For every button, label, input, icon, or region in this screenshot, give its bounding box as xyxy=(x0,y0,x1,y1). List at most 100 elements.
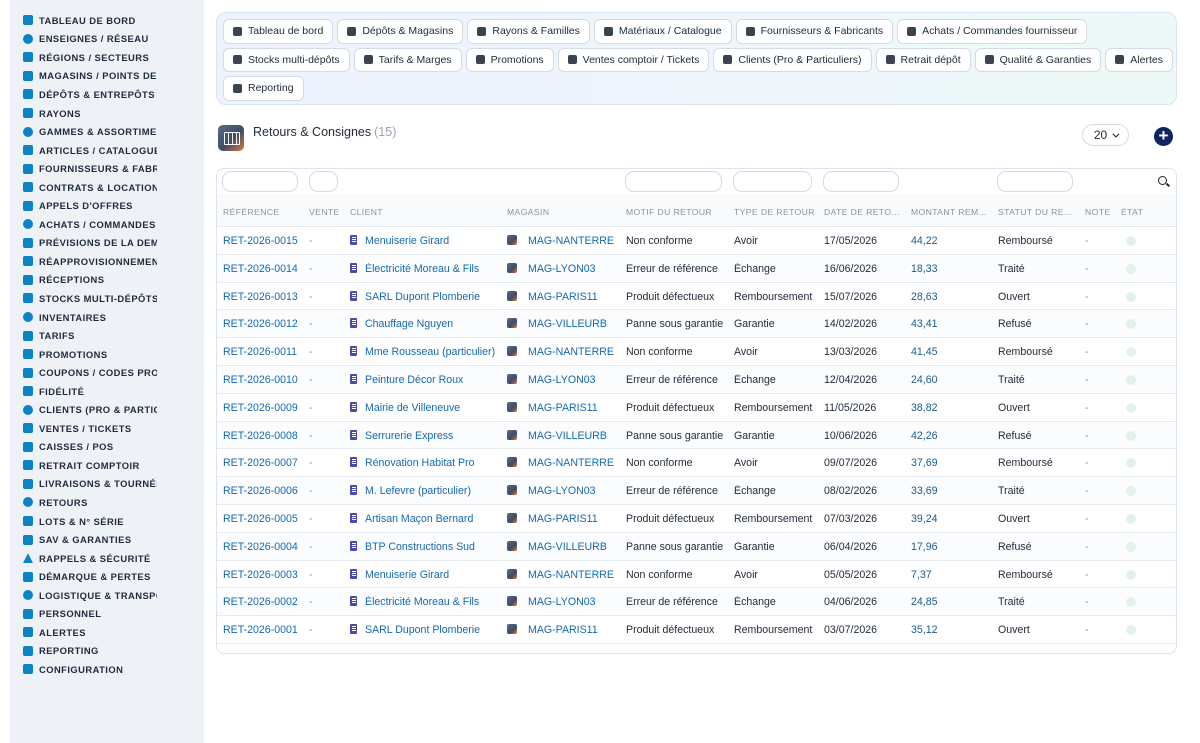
add-record-button[interactable]: + xyxy=(1154,127,1173,146)
cell-magasin[interactable]: MAG-PARIS11 xyxy=(507,401,629,414)
sidebar-item[interactable]: RETOURS xyxy=(10,493,204,512)
cell-magasin[interactable]: MAG-LYON03 xyxy=(507,596,629,608)
table-row[interactable]: RET-2026-0012- Chauffage Nguyen MAG-VILLEU… xyxy=(217,310,1176,339)
column-header[interactable]: MOTIF DU RETOUR xyxy=(626,207,726,217)
cell-ref[interactable]: RET-2026-0001 xyxy=(223,624,315,636)
cell-client[interactable]: Chauffage Nguyen xyxy=(350,318,512,330)
sidebar-item[interactable]: STOCKS MULTI-DÉPÔTS xyxy=(10,289,204,308)
filter-date-input[interactable] xyxy=(823,171,899,192)
sidebar-item[interactable]: ARTICLES / CATALOGUE xyxy=(10,141,204,160)
cell-client[interactable]: SARL Dupont Plomberie xyxy=(350,624,512,636)
sidebar-item[interactable]: GAMMES & ASSORTIMENTS xyxy=(10,122,204,141)
cell-client[interactable]: Artisan Maçon Bernard xyxy=(350,512,512,525)
nav-chip[interactable]: Fournisseurs & Fabricants xyxy=(735,19,894,44)
cell-client[interactable]: Serrurerie Express xyxy=(350,429,512,442)
cell-client[interactable]: M. Lefevre (particulier) xyxy=(350,485,512,497)
cell-client[interactable]: Électricité Moreau & Fils xyxy=(350,596,512,608)
per-page-select[interactable]: 20 xyxy=(1082,124,1129,146)
cell-client[interactable]: Menuiserie Girard xyxy=(350,568,512,581)
sidebar-item[interactable]: RÉAPPROVISIONNEMENT xyxy=(10,252,204,271)
sidebar-item[interactable]: ENSEIGNES / RÉSEAU xyxy=(10,30,204,49)
cell-magasin[interactable]: MAG-VILLEURB xyxy=(507,429,629,442)
column-header[interactable]: ÉTAT xyxy=(1121,207,1161,217)
table-row[interactable]: RET-2026-0010- Peinture Décor Roux MAG-LYO… xyxy=(217,365,1176,394)
cell-ref[interactable]: RET-2026-0009 xyxy=(223,402,315,414)
sidebar-item[interactable]: RAYONS xyxy=(10,104,204,123)
filter-vente-input[interactable] xyxy=(309,171,338,192)
filter-statut-input[interactable] xyxy=(997,171,1073,192)
sidebar-item[interactable]: DÉMARQUE & PERTES xyxy=(10,567,204,586)
cell-client[interactable]: Électricité Moreau & Fils xyxy=(350,262,512,275)
nav-chip[interactable]: Tableau de bord xyxy=(223,19,334,44)
cell-magasin[interactable]: MAG-NANTERRE xyxy=(507,346,629,358)
table-row[interactable]: RET-2026-0005- Artisan Maçon Bernard MAG-P… xyxy=(217,505,1176,533)
cell-magasin[interactable]: MAG-NANTERRE xyxy=(507,457,629,469)
nav-chip[interactable]: Qualité & Garanties xyxy=(974,47,1102,72)
cell-client[interactable]: BTP Constructions Sud xyxy=(350,540,512,553)
cell-magasin[interactable]: MAG-NANTERRE xyxy=(507,235,629,247)
sidebar-item[interactable]: ALERTES xyxy=(10,623,204,642)
cell-magasin[interactable]: MAG-NANTERRE xyxy=(507,568,629,581)
cell-magasin[interactable]: MAG-PARIS11 xyxy=(507,290,629,303)
cell-ref[interactable]: RET-2026-0012 xyxy=(223,318,315,330)
filter-motif-input[interactable] xyxy=(625,171,722,192)
cell-magasin[interactable]: MAG-VILLEURB xyxy=(507,540,629,553)
cell-client[interactable]: SARL Dupont Plomberie xyxy=(350,290,512,303)
cell-ref[interactable]: RET-2026-0002 xyxy=(223,596,315,608)
cell-ref[interactable]: RET-2026-0003 xyxy=(223,569,315,581)
cell-ref[interactable]: RET-2026-0013 xyxy=(223,291,315,303)
sidebar-item[interactable]: FIDÉLITÉ xyxy=(10,382,204,401)
cell-ref[interactable]: RET-2026-0011 xyxy=(223,346,315,358)
cell-magasin[interactable]: MAG-LYON03 xyxy=(507,373,629,386)
sidebar-item[interactable]: REPORTING xyxy=(10,642,204,661)
sidebar-item[interactable]: FOURNISSEURS & FABRICANTS xyxy=(10,159,204,178)
nav-chip[interactable]: Reporting xyxy=(223,76,304,101)
column-header[interactable]: CLIENT xyxy=(350,207,500,217)
search-icon[interactable] xyxy=(1158,176,1167,185)
table-row[interactable]: RET-2026-0013- SARL Dupont Plomberie MAG-P… xyxy=(217,283,1176,311)
nav-chip[interactable]: Tarifs & Marges xyxy=(353,47,462,72)
table-row[interactable]: RET-2026-0001- SARL Dupont Plomberie MAG-P… xyxy=(217,616,1176,644)
nav-chip[interactable]: Rayons & Familles xyxy=(467,19,590,44)
column-header[interactable]: TYPE DE RETOUR xyxy=(734,207,819,217)
sidebar-item[interactable]: PROMOTIONS xyxy=(10,345,204,364)
table-row[interactable]: RET-2026-0004- BTP Constructions Sud MAG-V… xyxy=(217,532,1176,561)
cell-ref[interactable]: RET-2026-0005 xyxy=(223,513,315,525)
sidebar-item[interactable]: CONTRATS & LOCATION xyxy=(10,178,204,197)
column-header[interactable]: DATE DE RETO... xyxy=(824,207,904,217)
sidebar-item[interactable]: LOTS & N° SÉRIE xyxy=(10,512,204,531)
table-row[interactable]: RET-2026-0008- Serrurerie Express MAG-VILL… xyxy=(217,421,1176,450)
sidebar-item[interactable]: PERSONNEL xyxy=(10,605,204,624)
cell-ref[interactable]: RET-2026-0015 xyxy=(223,235,315,247)
sidebar-item[interactable]: LIVRAISONS & TOURNÉES xyxy=(10,475,204,494)
cell-magasin[interactable]: MAG-LYON03 xyxy=(507,262,629,275)
table-row[interactable]: RET-2026-0006- M. Lefevre (particulier) MA… xyxy=(217,477,1176,505)
table-row[interactable]: RET-2026-0002- Électricité Moreau & Fils M… xyxy=(217,588,1176,617)
sidebar-item[interactable]: LOGISTIQUE & TRANSPORT xyxy=(10,586,204,605)
sidebar-item[interactable]: COUPONS / CODES PROMO xyxy=(10,363,204,382)
cell-magasin[interactable]: MAG-LYON03 xyxy=(507,485,629,497)
column-header[interactable]: STATUT DU RE... xyxy=(998,207,1080,217)
column-header[interactable]: RÉFÉRENCE xyxy=(223,207,303,217)
cell-ref[interactable]: RET-2026-0014 xyxy=(223,263,315,275)
nav-chip[interactable]: Alertes xyxy=(1105,47,1173,72)
cell-ref[interactable]: RET-2026-0004 xyxy=(223,541,315,553)
cell-client[interactable]: Rénovation Habitat Pro xyxy=(350,457,512,469)
sidebar-item[interactable]: MAGASINS / POINTS DE VENTE xyxy=(10,67,204,86)
cell-magasin[interactable]: MAG-PARIS11 xyxy=(507,624,629,636)
table-row[interactable]: RET-2026-0011- Mme Rousseau (particulier)… xyxy=(217,338,1176,366)
table-row[interactable]: RET-2026-0007- Rénovation Habitat Pro MAG-… xyxy=(217,449,1176,478)
table-row[interactable]: RET-2026-0009- Mairie de Villeneuve MAG-PA… xyxy=(217,394,1176,422)
column-header[interactable]: NOTE xyxy=(1085,207,1115,217)
cell-ref[interactable]: RET-2026-0007 xyxy=(223,457,315,469)
nav-chip[interactable]: Achats / Commandes fournisseur xyxy=(897,19,1088,44)
sidebar-item[interactable]: VENTES / TICKETS xyxy=(10,419,204,438)
sidebar-item[interactable]: RAPPELS & SÉCURITÉ xyxy=(10,549,204,568)
sidebar-item[interactable]: DÉPÔTS & ENTREPÔTS xyxy=(10,85,204,104)
nav-chip[interactable]: Ventes comptoir / Tickets xyxy=(557,47,710,72)
sidebar-item[interactable]: INVENTAIRES xyxy=(10,308,204,327)
cell-client[interactable]: Mairie de Villeneuve xyxy=(350,401,512,414)
cell-ref[interactable]: RET-2026-0010 xyxy=(223,374,315,386)
nav-chip[interactable]: Stocks multi-dépôts xyxy=(223,47,350,72)
nav-chip[interactable]: Clients (Pro & Particuliers) xyxy=(713,47,872,72)
